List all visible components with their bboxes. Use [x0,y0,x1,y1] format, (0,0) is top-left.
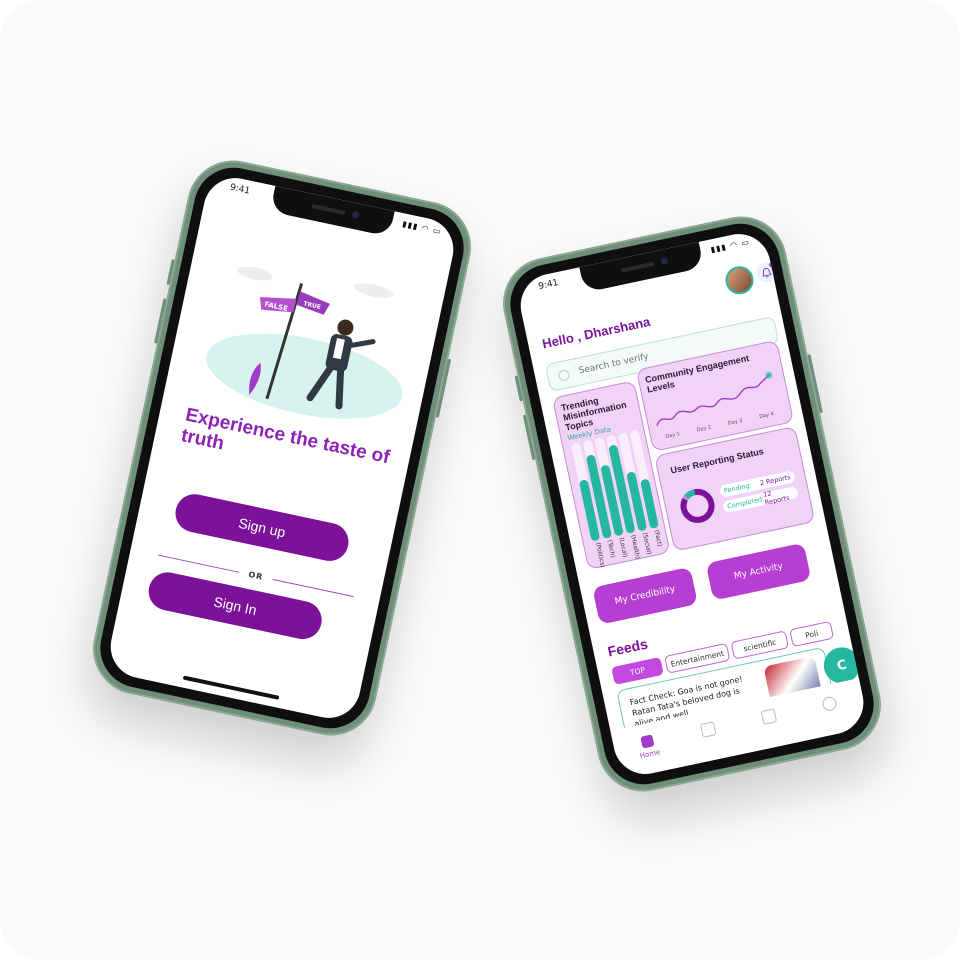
trending-bar-label: (Tech) [605,539,617,559]
search-icon [557,368,571,382]
tab-verify[interactable] [687,719,730,744]
status-time: 9:41 [537,278,560,293]
tab-home[interactable]: Home [627,731,671,762]
my-credibility-button[interactable]: My Credibility [592,566,698,625]
chip-politics[interactable]: Poli [789,620,835,648]
sign-up-button[interactable]: Sign up [171,490,353,565]
reporting-donut-chart [680,488,715,523]
trending-bar-label: (Social) [640,531,653,556]
tab-reports[interactable] [748,706,791,731]
trending-bar-label: (Health) [629,534,642,560]
or-label: OR [247,569,265,582]
status-icons: ▮▮▮ ◠ ▭ [401,219,443,237]
engagement-day-label: Day 1 [664,431,681,440]
completed-value: 12 Reports [762,489,791,507]
avatar[interactable] [722,263,757,297]
status-time: 9:41 [228,182,251,197]
engagement-day-label: Day 3 [727,417,744,427]
feeds-title: Feeds [606,635,650,660]
pending-label: Pending: [723,481,753,495]
engagement-day-label: Day 2 [696,424,712,434]
completed-label: Completed: [726,494,766,511]
chat-icon [821,695,838,713]
truth-illustration: FALSE TRUE [206,266,403,419]
trending-bar-label: (Fact) [652,529,664,548]
status-icons: ▮▮▮ ◠ ▭ [709,237,751,255]
chip-top[interactable]: TOP [611,656,664,685]
tab-home-label: Home [639,748,662,761]
clipboard-icon [760,708,778,725]
my-activity-button[interactable]: My Activity [705,542,812,601]
engagement-day-label: Day 4 [758,411,775,421]
reporting-card-title: User Reporting Status [669,446,765,476]
document-check-icon [699,721,717,738]
trending-bar-label: (Local) [617,536,629,559]
trending-card-title: Trending Misinformation Topics [560,395,628,433]
trending-bar-label: (Politics) [594,541,607,569]
home-icon [640,734,655,749]
tab-chat[interactable] [809,693,852,718]
